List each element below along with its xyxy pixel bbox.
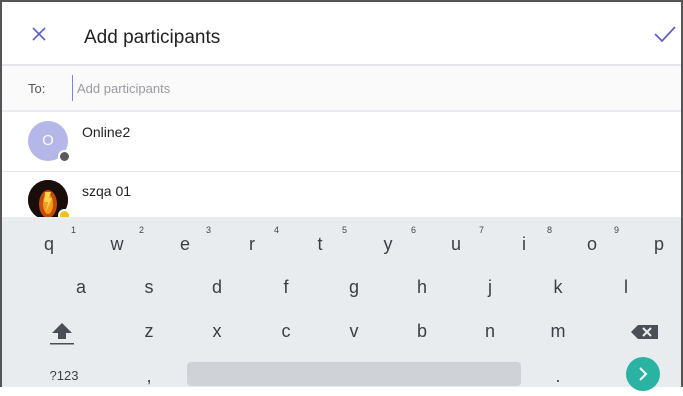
key-l[interactable]: l (606, 277, 646, 297)
key-k[interactable]: k (538, 277, 578, 297)
key-f[interactable]: f (266, 277, 306, 297)
key-hint-9: 9 (614, 225, 620, 235)
contact-item-szqa01[interactable]: szqa 01 (2, 172, 681, 217)
key-m[interactable]: m (538, 321, 578, 341)
key-h[interactable]: h (402, 277, 442, 297)
on-screen-keyboard: q w e r t y u i o p 1 2 3 4 5 6 7 8 9 a … (2, 217, 681, 391)
key-hint-4: 4 (274, 225, 280, 235)
key-hint-2: 2 (139, 225, 145, 235)
chevron-right-icon (639, 367, 648, 381)
to-label: To: (28, 81, 46, 96)
key-y[interactable]: y (368, 234, 408, 254)
presence-offline-icon (58, 150, 71, 163)
key-d[interactable]: d (197, 277, 237, 297)
symbols-key[interactable]: ?123 (42, 366, 86, 386)
key-j[interactable]: j (470, 277, 510, 297)
check-icon (654, 26, 676, 43)
done-button[interactable] (651, 21, 679, 47)
to-row: To: (2, 66, 681, 112)
key-n[interactable]: n (470, 321, 510, 341)
key-hint-3: 3 (206, 225, 212, 235)
close-icon (32, 27, 46, 41)
key-x[interactable]: x (197, 321, 237, 341)
go-button[interactable] (626, 357, 660, 391)
comma-key[interactable]: , (129, 366, 169, 386)
key-t[interactable]: t (300, 234, 340, 254)
key-hint-6: 6 (411, 225, 417, 235)
spacebar[interactable] (187, 362, 521, 386)
key-w[interactable]: w (97, 234, 137, 254)
key-i[interactable]: i (504, 234, 544, 254)
key-b[interactable]: b (402, 321, 442, 341)
period-key[interactable]: . (538, 366, 578, 386)
key-hint-1: 1 (71, 225, 77, 235)
shift-icon (50, 323, 74, 345)
key-u[interactable]: u (436, 234, 476, 254)
backspace-icon (631, 325, 658, 339)
key-hint-8: 8 (547, 225, 553, 235)
key-c[interactable]: c (266, 321, 306, 341)
key-q[interactable]: q (29, 234, 69, 254)
key-p[interactable]: p (639, 234, 679, 254)
contact-name: Online2 (82, 124, 131, 140)
participants-search-input[interactable] (72, 75, 637, 101)
key-z[interactable]: z (129, 321, 169, 341)
close-button[interactable] (26, 21, 52, 47)
header-bar: Add participants (2, 2, 681, 66)
key-hint-7: 7 (479, 225, 485, 235)
backspace-key[interactable] (626, 317, 666, 347)
key-v[interactable]: v (334, 321, 374, 341)
key-g[interactable]: g (334, 277, 374, 297)
page-title: Add participants (84, 27, 221, 48)
presence-away-icon (58, 209, 71, 217)
key-hint-5: 5 (342, 225, 348, 235)
key-o[interactable]: o (572, 234, 612, 254)
key-e[interactable]: e (165, 234, 205, 254)
key-r[interactable]: r (232, 234, 272, 254)
key-s[interactable]: s (129, 277, 169, 297)
key-a[interactable]: a (61, 277, 101, 297)
shift-key[interactable] (42, 317, 82, 347)
contact-name: szqa 01 (82, 183, 132, 199)
contact-item-online2[interactable]: O Online2 (2, 113, 681, 172)
